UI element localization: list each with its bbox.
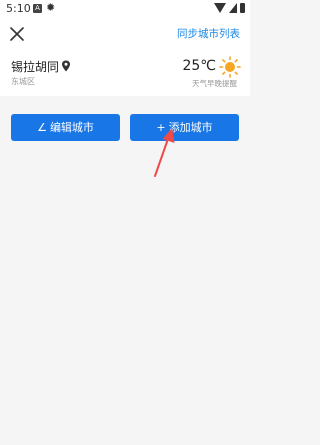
battery-icon	[240, 3, 245, 13]
sync-city-list-link[interactable]: 同步城市列表	[177, 26, 240, 41]
annotation-arrow	[154, 128, 175, 177]
temperature: 25℃	[182, 58, 216, 74]
weather-notification-icon: ✹	[46, 1, 56, 14]
top-bar: 同步城市列表	[0, 18, 250, 50]
status-time: 5:10	[6, 2, 31, 15]
district-label: 东城区	[11, 77, 35, 86]
edit-icon: ∠	[37, 121, 47, 134]
wifi-icon	[214, 3, 226, 13]
close-icon[interactable]	[8, 25, 26, 43]
edit-city-label: 编辑城市	[49, 121, 94, 134]
city-name: 锡拉胡同	[11, 60, 60, 74]
weather-reminder-label: 天气早晚提醒	[192, 79, 237, 88]
notification-a-icon: A	[33, 4, 42, 13]
status-bar: 5:10 A ✹	[0, 0, 250, 18]
signal-icon	[229, 3, 237, 13]
edit-city-button[interactable]: ∠ 编辑城市	[11, 114, 120, 141]
sunny-icon	[219, 56, 241, 78]
city-card[interactable]: 锡拉胡同 东城区 25℃ 天气早晚提醒	[0, 50, 250, 96]
location-pin-icon	[62, 60, 70, 72]
add-city-button[interactable]: + 添加城市	[130, 114, 239, 141]
